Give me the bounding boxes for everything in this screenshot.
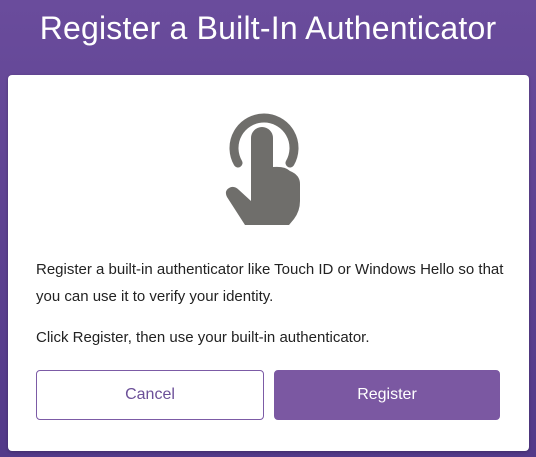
touch-finger-icon — [225, 113, 300, 225]
description-text: Register a built-in authenticator like T… — [36, 261, 504, 305]
page-title: Register a Built-In Authenticator — [39, 10, 497, 46]
cancel-button[interactable]: Cancel — [36, 370, 264, 420]
instruction-text: Click Register, then use your built-in a… — [36, 329, 370, 346]
register-card: Register a built-in authenticator like T… — [8, 75, 529, 451]
register-button[interactable]: Register — [274, 370, 500, 420]
